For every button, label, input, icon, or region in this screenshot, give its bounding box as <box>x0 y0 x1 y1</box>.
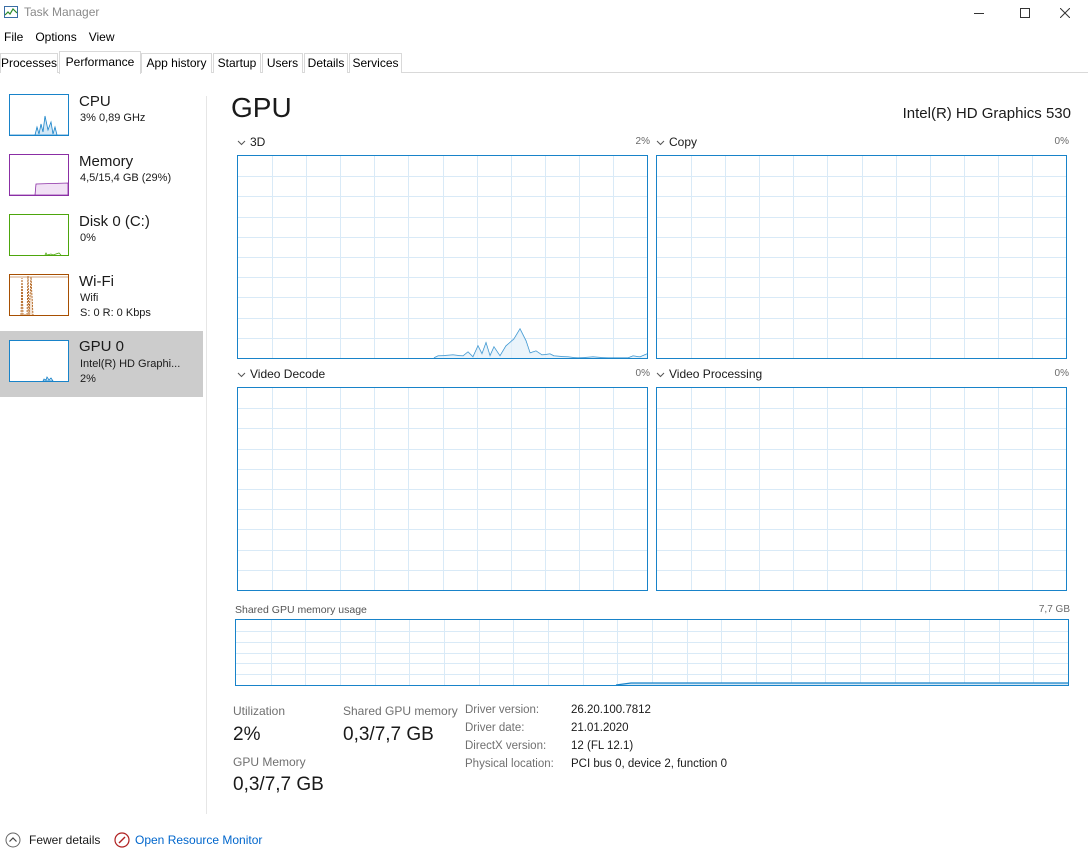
engine-label-video-decode[interactable]: Video Decode <box>250 367 325 381</box>
memory-thumbnail-graph <box>9 154 69 196</box>
physical-location-label: Physical location: <box>465 758 554 770</box>
menu-bar: File Options View <box>0 28 123 46</box>
engine-percent-copy: 0% <box>1054 136 1069 147</box>
sidebar-detail-gpu-model: Intel(R) HD Graphi... <box>80 358 181 370</box>
chevron-down-icon[interactable] <box>237 138 246 147</box>
engine-label-video-processing[interactable]: Video Processing <box>669 367 762 381</box>
utilization-value: 2% <box>233 724 261 745</box>
tab-performance[interactable]: Performance <box>59 51 141 74</box>
close-icon <box>1060 8 1070 18</box>
gpu-thumbnail-graph <box>9 340 69 382</box>
menu-view[interactable]: View <box>85 28 119 46</box>
tab-services[interactable]: Services <box>349 53 402 73</box>
graph-grid <box>657 388 1066 590</box>
sidebar-item-disk[interactable]: Disk 0 (C:) 0% <box>0 206 203 270</box>
driver-date-label: Driver date: <box>465 722 525 734</box>
sidebar-item-memory[interactable]: Memory 4,5/15,4 GB (29%) <box>0 146 203 210</box>
title-bar: Task Manager <box>0 0 1088 26</box>
gpu-memory-label: GPU Memory <box>233 755 306 769</box>
chevron-down-icon[interactable] <box>237 370 246 379</box>
sidebar-label-gpu: GPU 0 <box>79 338 125 355</box>
wifi-thumbnail-graph <box>9 274 69 316</box>
utilization-label: Utilization <box>233 704 286 718</box>
sidebar-detail-wifi-throughput: S: 0 R: 0 Kbps <box>80 307 151 319</box>
minimize-icon <box>974 13 984 14</box>
chevron-down-icon[interactable] <box>656 370 665 379</box>
engine-graph-copy <box>656 155 1067 359</box>
engine-label-copy[interactable]: Copy <box>669 135 697 149</box>
engine-percent-3d: 2% <box>635 136 650 147</box>
tab-startup[interactable]: Startup <box>213 53 261 73</box>
fewer-details-button[interactable]: Fewer details <box>29 833 100 847</box>
resource-sidebar: CPU 3% 0,89 GHz Memory 4,5/15,4 GB (29%)… <box>0 86 205 806</box>
sidebar-detail-cpu: 3% 0,89 GHz <box>80 112 146 124</box>
sidebar-label-disk: Disk 0 (C:) <box>79 213 150 230</box>
maximize-icon <box>1020 8 1030 18</box>
driver-version-value: 26.20.100.7812 <box>571 704 651 716</box>
directx-version-value: 12 (FL 12.1) <box>571 740 634 752</box>
sidebar-detail-gpu-usage: 2% <box>80 373 96 385</box>
open-resource-monitor-link[interactable]: Open Resource Monitor <box>135 833 262 847</box>
graph-grid <box>238 388 647 590</box>
sidebar-label-cpu: CPU <box>79 93 111 110</box>
sidebar-detail-disk: 0% <box>80 232 96 244</box>
driver-version-label: Driver version: <box>465 704 540 716</box>
page-title: GPU <box>231 92 292 123</box>
graph-grid <box>657 156 1066 358</box>
resource-monitor-icon[interactable] <box>114 832 130 848</box>
physical-location-value: PCI bus 0, device 2, function 0 <box>571 758 727 770</box>
engine-graph-3d-line <box>433 327 647 358</box>
sidebar-detail-wifi-adapter: Wifi <box>80 292 99 304</box>
sidebar-divider <box>206 96 207 814</box>
shared-gpu-memory-label: Shared GPU memory <box>343 704 458 718</box>
sidebar-label-wifi: Wi-Fi <box>79 273 114 290</box>
footer-bar: Fewer details Open Resource Monitor <box>0 828 1088 854</box>
sidebar-item-gpu[interactable]: GPU 0 Intel(R) HD Graphi... 2% <box>0 331 203 397</box>
tab-app-history[interactable]: App history <box>141 53 212 73</box>
engine-percent-video-processing: 0% <box>1054 368 1069 379</box>
engine-graph-3d <box>237 155 648 359</box>
driver-date-value: 21.01.2020 <box>571 722 629 734</box>
tab-users[interactable]: Users <box>262 53 303 73</box>
shared-memory-graph <box>235 619 1069 686</box>
shared-gpu-memory-value: 0,3/7,7 GB <box>343 724 434 745</box>
tab-bar: Processes Performance App history Startu… <box>0 51 1088 74</box>
chevron-down-icon[interactable] <box>656 138 665 147</box>
tab-processes[interactable]: Processes <box>0 53 58 73</box>
engine-graph-video-decode <box>237 387 648 591</box>
task-manager-icon <box>4 6 18 18</box>
gpu-memory-value: 0,3/7,7 GB <box>233 774 324 795</box>
shared-memory-graph-label: Shared GPU memory usage <box>235 604 367 616</box>
sidebar-label-memory: Memory <box>79 153 134 170</box>
engine-percent-video-decode: 0% <box>635 368 650 379</box>
engine-label-3d[interactable]: 3D <box>250 135 265 149</box>
gpu-model-name: Intel(R) HD Graphics 530 <box>902 105 1071 122</box>
shared-memory-graph-line <box>615 682 1068 685</box>
cpu-thumbnail-graph <box>9 94 69 136</box>
menu-file[interactable]: File <box>0 28 27 46</box>
disk-thumbnail-graph <box>9 214 69 256</box>
minimize-button[interactable] <box>956 0 1002 26</box>
shared-memory-graph-max: 7,7 GB <box>1038 604 1070 615</box>
menu-options[interactable]: Options <box>31 28 80 46</box>
engine-graph-video-processing <box>656 387 1067 591</box>
window-title: Task Manager <box>24 5 100 19</box>
sidebar-item-wifi[interactable]: Wi-Fi Wifi S: 0 R: 0 Kbps <box>0 266 203 330</box>
directx-version-label: DirectX version: <box>465 740 547 752</box>
sidebar-item-cpu[interactable]: CPU 3% 0,89 GHz <box>0 86 203 150</box>
fewer-details-icon[interactable] <box>5 832 21 848</box>
close-button[interactable] <box>1042 0 1088 26</box>
sidebar-detail-memory: 4,5/15,4 GB (29%) <box>80 172 172 184</box>
tab-details[interactable]: Details <box>304 53 348 73</box>
